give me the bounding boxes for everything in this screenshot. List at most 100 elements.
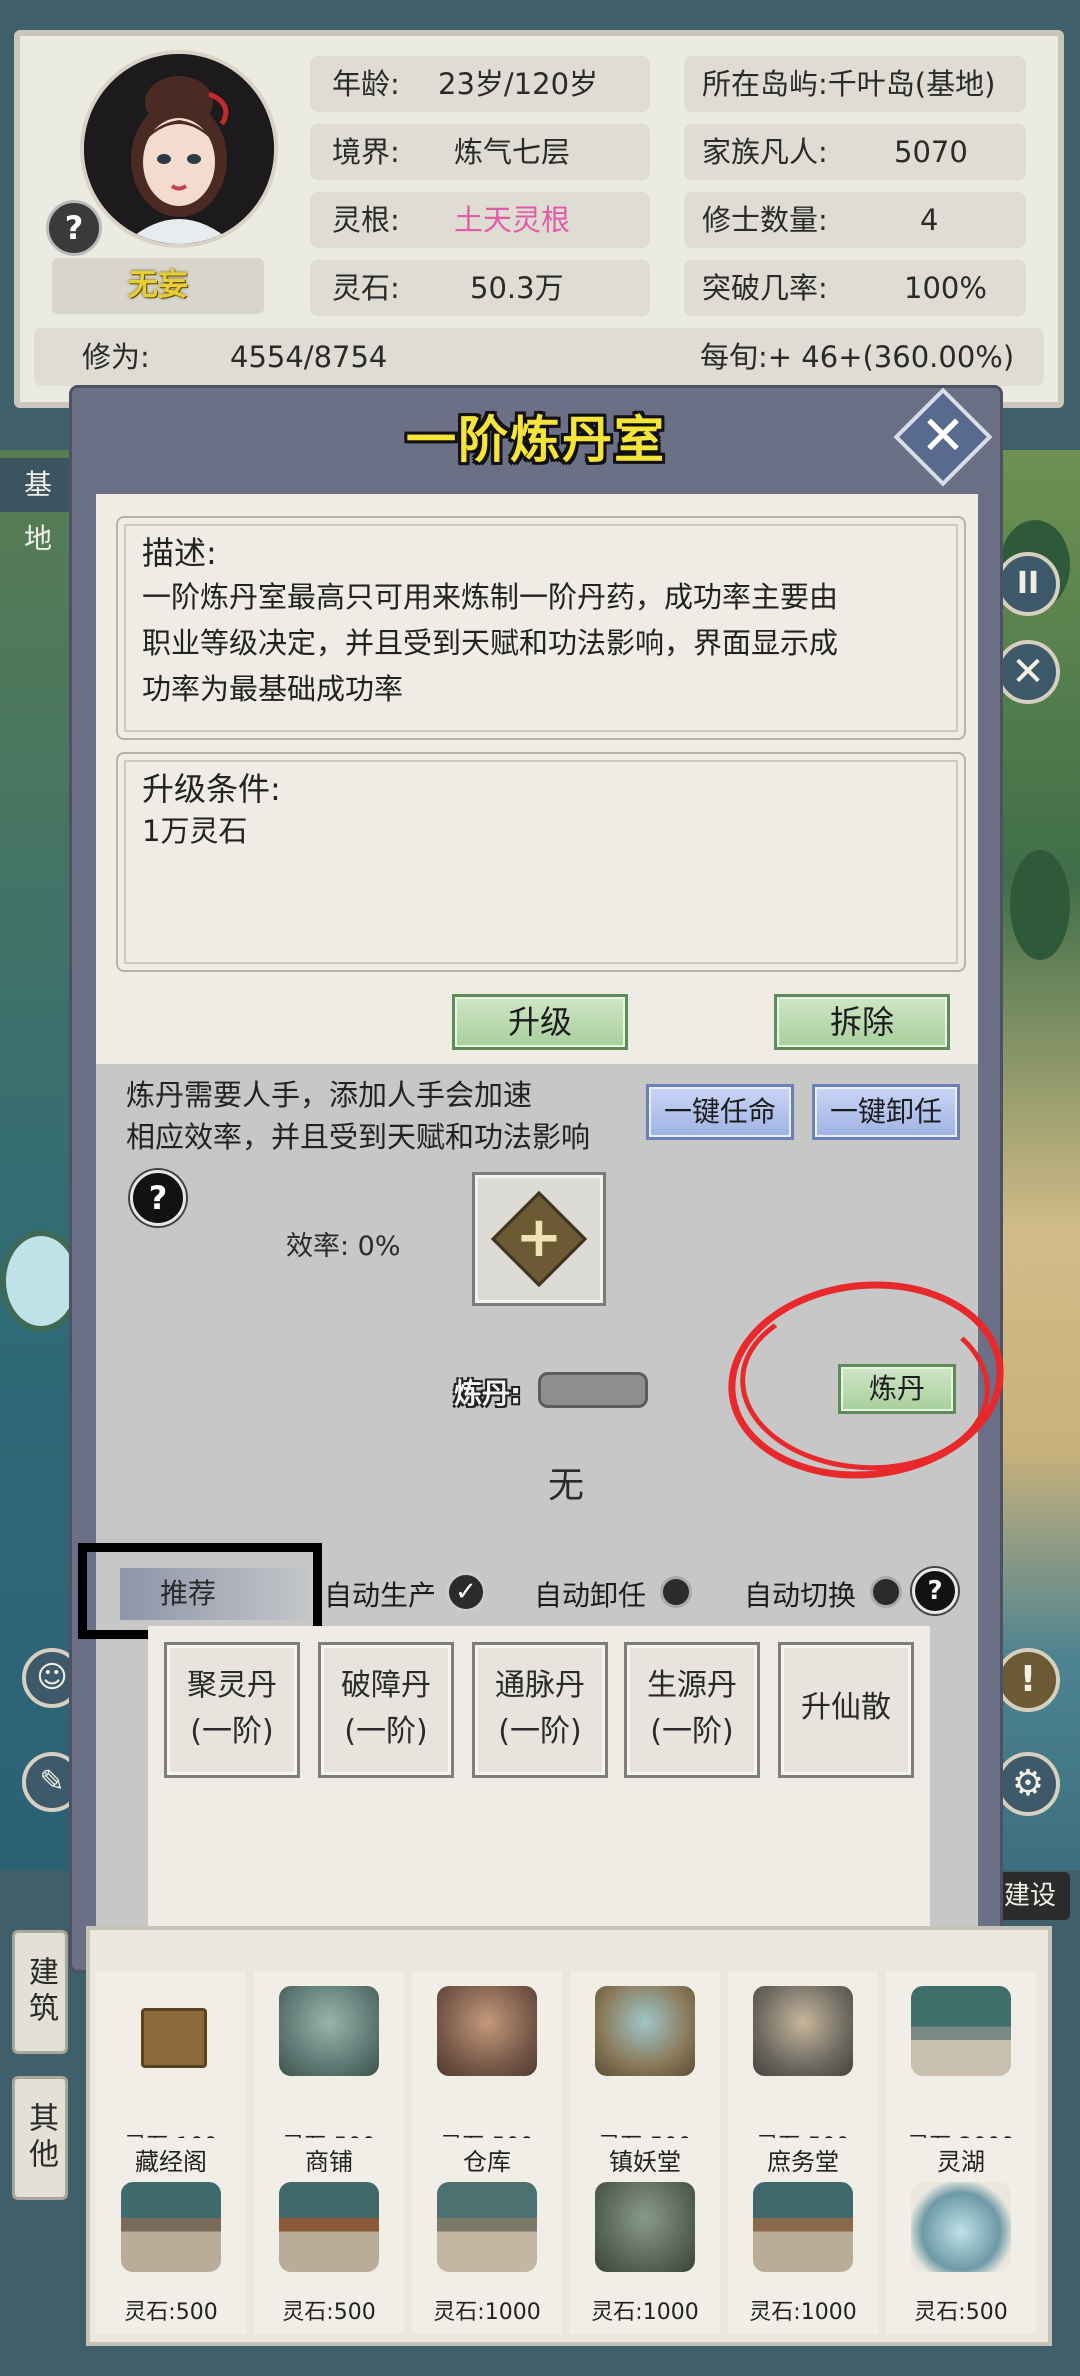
building-card[interactable]: 镇妖堂 灵石:1000 (570, 2138, 720, 2334)
recipe-button[interactable]: 破障丹 (一阶) (318, 1642, 454, 1778)
close-icon[interactable]: ✕ (908, 400, 978, 470)
building-icon (279, 2182, 379, 2272)
building-icon (437, 2182, 537, 2272)
tab-other[interactable]: 其他 (12, 2076, 68, 2200)
description-line: 一阶炼丹室最高只可用来炼制一阶丹药，成功率主要由 (142, 580, 839, 614)
dialog-title: 一阶炼丹室 (406, 411, 666, 469)
breakthrough-field: 突破几率: 100% (684, 260, 1026, 316)
player-name: 无妄 (52, 258, 264, 314)
recipe-tier: (一阶) (498, 1714, 582, 1749)
building-name: 商铺 (305, 2148, 353, 2176)
worker-hint: 炼丹需要人手，添加人手会加速 相应效率，并且受到天赋和功法影响 (126, 1074, 590, 1158)
building-icon (595, 1986, 695, 2076)
worker-hint-line: 相应效率，并且受到天赋和功法影响 (126, 1120, 591, 1154)
efficiency-text: 效率: 0% (286, 1231, 401, 1262)
recipe-name: 聚灵丹 (187, 1668, 277, 1703)
xiuwei-value: 4554/8754 (230, 340, 388, 374)
root-label: 灵根: (332, 203, 400, 237)
building-name: 镇妖堂 (609, 2148, 681, 2176)
building-price: 灵石:500 (282, 2300, 376, 2325)
dismiss-all-button[interactable]: 一键卸任 (812, 1084, 960, 1140)
family-field: 家族凡人: 5070 (684, 124, 1026, 180)
upgrade-title: 升级条件: (142, 770, 281, 808)
stone-label: 灵石: (332, 271, 400, 305)
realm-field: 境界: 炼气七层 (310, 124, 650, 180)
gear-icon[interactable]: ⚙ (996, 1752, 1060, 1816)
building-icon (437, 1986, 537, 2076)
auto-produce-checkbox[interactable]: ✓ (446, 1572, 486, 1612)
recipe-tier: (一阶) (344, 1714, 428, 1749)
building-name: 藏经阁 (135, 2148, 207, 2176)
description-line: 职业等级决定，并且受到天赋和功法影响，界面显示成 (142, 626, 839, 660)
family-value: 5070 (894, 135, 968, 169)
building-icon (753, 2182, 853, 2272)
recipe-button[interactable]: 聚灵丹 (一阶) (164, 1642, 300, 1778)
help-icon[interactable]: ? (46, 200, 102, 256)
building-icon (121, 2182, 221, 2272)
auto-switch-toggle[interactable] (870, 1576, 902, 1608)
auto-dismiss-toggle[interactable] (660, 1576, 692, 1608)
build-tab[interactable]: 建设 (990, 1872, 1070, 1920)
cultivator-value: 4 (920, 203, 939, 237)
alchemy-progress-pill (538, 1372, 648, 1408)
demolish-button[interactable]: 拆除 (774, 994, 950, 1050)
avatar[interactable] (80, 50, 278, 248)
recipe-name: 破障丹 (341, 1668, 431, 1703)
island-field: 所在岛屿:千叶岛(基地) (684, 56, 1026, 112)
family-label: 家族凡人: (702, 135, 828, 169)
xiuwei-label: 修为: (82, 340, 150, 374)
description-line: 功率为最基础成功率 (142, 672, 404, 706)
auto-produce-label: 自动生产 (324, 1579, 437, 1612)
recipe-name: 升仙散 (801, 1690, 891, 1725)
tab-buildings[interactable]: 建筑 (12, 1930, 68, 2054)
pause-icon[interactable]: II (996, 552, 1060, 616)
cultivation-bar: 修为: 4554/8754 每旬:+ 46+(360.00%) (34, 328, 1044, 386)
help-icon[interactable]: ? (912, 1568, 958, 1614)
rate-text: 每旬:+ 46+(360.00%) (700, 340, 1015, 374)
stone-field: 灵石: 50.3万 (310, 260, 650, 316)
help-icon[interactable]: ? (130, 1170, 186, 1226)
building-card[interactable]: 藏经阁 灵石:500 (96, 2138, 246, 2334)
appoint-all-button[interactable]: 一键任命 (646, 1084, 794, 1140)
plus-icon[interactable]: + (505, 1198, 573, 1278)
recipe-tier: (一阶) (650, 1714, 734, 1749)
building-price: 灵石:1000 (749, 2300, 857, 2325)
building-card[interactable]: 商铺 灵石:500 (254, 2138, 404, 2334)
description-title: 描述: (142, 534, 217, 572)
building-icon (279, 1986, 379, 2076)
recipe-tier: (一阶) (190, 1714, 274, 1749)
alchemy-label: 炼丹: (454, 1377, 522, 1410)
auto-switch-label: 自动切换 (744, 1579, 857, 1612)
building-icon (141, 2008, 207, 2068)
recipe-button[interactable]: 生源丹 (一阶) (624, 1642, 760, 1778)
building-icon (911, 1986, 1011, 2076)
building-icon (753, 1986, 853, 2076)
building-icon (595, 2182, 695, 2272)
highlight-box-annotation (78, 1543, 322, 1639)
building-card[interactable]: 灵湖 灵石:500 (886, 2138, 1036, 2334)
building-name: 庶务堂 (767, 2148, 839, 2176)
tree-decoration (1010, 850, 1070, 960)
building-price: 灵石:500 (914, 2300, 1008, 2325)
description-text: 一阶炼丹室最高只可用来炼制一阶丹药，成功率主要由 职业等级决定，并且受到天赋和功… (142, 574, 952, 712)
building-icon (911, 2182, 1011, 2272)
building-price: 灵石:1000 (433, 2300, 541, 2325)
cultivator-field: 修士数量: 4 (684, 192, 1026, 248)
age-field: 年龄: 23岁/120岁 (310, 56, 650, 112)
alert-icon[interactable]: ! (996, 1648, 1060, 1712)
recipe-button[interactable]: 通脉丹 (一阶) (472, 1642, 608, 1778)
realm-label: 境界: (332, 135, 400, 169)
upgrade-button[interactable]: 升级 (452, 994, 628, 1050)
recipe-button[interactable]: 升仙散 (778, 1642, 914, 1778)
cultivator-label: 修士数量: (702, 203, 828, 237)
building-card[interactable]: 仓库 灵石:1000 (412, 2138, 562, 2334)
building-card[interactable]: 庶务堂 灵石:1000 (728, 2138, 878, 2334)
age-label: 年龄: (332, 67, 400, 101)
building-name: 灵湖 (937, 2148, 985, 2176)
recipe-name: 生源丹 (647, 1668, 737, 1703)
worker-hint-line: 炼丹需要人手，添加人手会加速 (126, 1078, 533, 1112)
well-decoration (0, 1230, 82, 1332)
close-map-icon[interactable]: ✕ (996, 640, 1060, 704)
building-price: 灵石:500 (124, 2300, 218, 2325)
base-tab[interactable]: 基地 (0, 458, 70, 555)
